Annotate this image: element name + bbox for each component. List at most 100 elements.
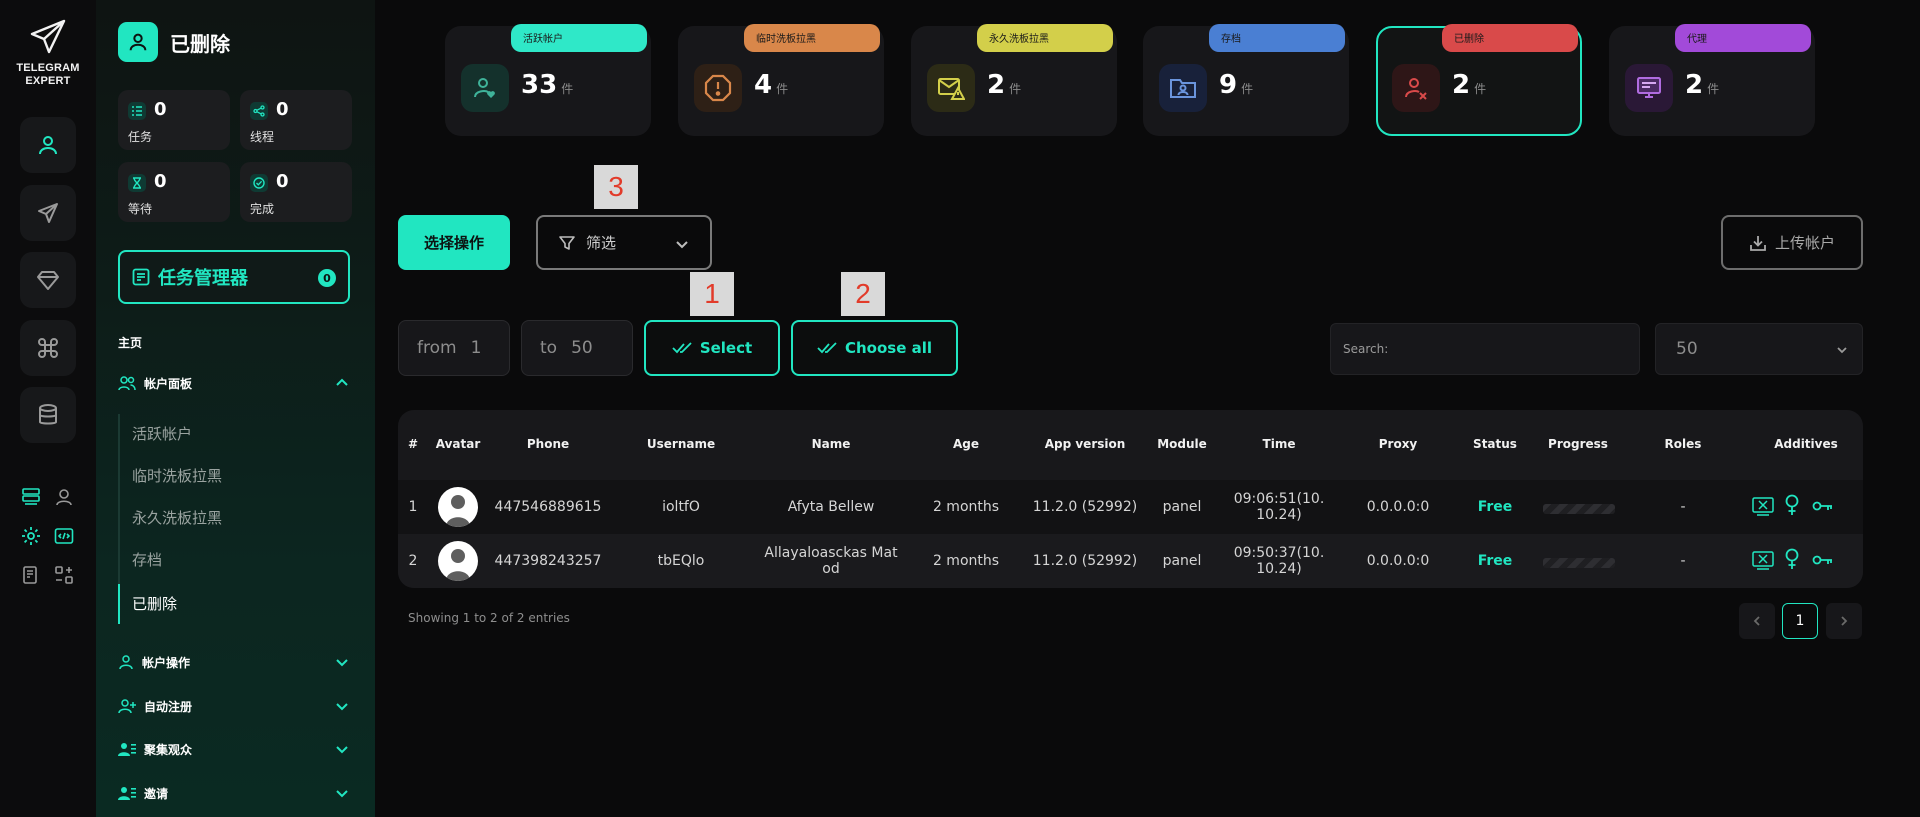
column-header-phone[interactable]: Phone <box>527 437 569 451</box>
menu-group-account-panel[interactable]: 帐户面板 <box>118 371 350 395</box>
category-unit: 件 <box>1707 82 1720 96</box>
tasks-doc-button[interactable] <box>18 562 44 588</box>
column-header-name[interactable]: Name <box>812 437 851 451</box>
pagination-page-button[interactable]: 1 <box>1782 603 1818 639</box>
filter-label: 筛选 <box>586 234 617 252</box>
chevron-up-icon[interactable] <box>334 375 350 391</box>
entries-summary: Showing 1 to 2 of 2 entries <box>408 611 570 625</box>
page-size-select[interactable]: 50 <box>1655 323 1863 375</box>
cell-proxy: 0.0.0.0:0 <box>1366 553 1430 569</box>
chevron-right-icon <box>1841 616 1848 626</box>
submenu-item-active-accounts[interactable]: 活跃帐户 <box>132 422 192 446</box>
select-action-button[interactable]: 选择操作 <box>398 215 510 270</box>
column-header-index[interactable]: # <box>408 437 418 451</box>
category-pill: 活跃帐户 <box>511 24 647 52</box>
rail-premium-button[interactable] <box>20 252 76 308</box>
table-row[interactable]: 1 447546889615 ioltfO Afyta Bellew 2 mon… <box>398 480 1863 534</box>
category-card-temp-ban[interactable]: 临时洗板拉黑 4件 <box>678 24 884 136</box>
menu-group-auto-register[interactable]: 自动注册 <box>118 694 350 718</box>
female-gender-icon[interactable] <box>1784 548 1800 570</box>
rail-database-button[interactable] <box>20 387 76 443</box>
sidebar: 已删除 0 任务 0 线程 0 等待 0 完成 任务管理器 0 主页 帐户面板 … <box>96 0 375 817</box>
command-icon <box>38 338 58 358</box>
category-card-archive[interactable]: 存档 9件 <box>1143 24 1349 136</box>
category-count: 33 <box>521 70 558 100</box>
choose-all-button[interactable]: Choose all <box>791 320 958 376</box>
excel-export-icon[interactable] <box>1752 496 1774 516</box>
search-input[interactable] <box>1330 323 1640 375</box>
category-card-deleted[interactable]: 已删除 2件 <box>1376 24 1582 136</box>
category-card-perm-ban[interactable]: 永久洗板拉黑 2件 <box>911 24 1117 136</box>
column-header-progress[interactable]: Progress <box>1548 437 1608 451</box>
menu-group-label: 邀请 <box>144 786 169 801</box>
stat-threads-value: 0 <box>276 99 289 120</box>
stat-tasks-label: 任务 <box>128 130 153 144</box>
menu-group-invite[interactable]: 邀请 <box>118 781 350 805</box>
stat-waiting-value: 0 <box>154 171 167 192</box>
table-row[interactable]: 2 447398243257 tbEQlo Allayaloasckas Mat… <box>398 534 1863 588</box>
cell-proxy: 0.0.0.0:0 <box>1366 499 1430 515</box>
column-header-avatar[interactable]: Avatar <box>436 437 481 451</box>
female-gender-icon[interactable] <box>1784 494 1800 516</box>
column-header-status[interactable]: Status <box>1473 437 1517 451</box>
upload-accounts-button[interactable]: 上传帐户 <box>1721 215 1863 270</box>
column-header-age[interactable]: Age <box>953 437 979 451</box>
annotation-marker-1: 1 <box>690 272 734 316</box>
submenu-item-deleted[interactable]: 已删除 <box>132 592 177 616</box>
logo-text-line2: EXPERT <box>25 75 71 87</box>
menu-group-account-actions[interactable]: 帐户操作 <box>118 650 350 674</box>
column-header-roles[interactable]: Roles <box>1665 437 1702 451</box>
cell-time: 09:06:51(10.10.24) <box>1233 491 1325 523</box>
chevron-down-icon[interactable] <box>334 654 350 670</box>
range-from-field[interactable]: from 1 <box>398 320 510 376</box>
category-card-active-accounts[interactable]: 活跃帐户 33 件 <box>445 24 651 136</box>
task-manager-button[interactable]: 任务管理器 0 <box>118 250 350 304</box>
rail-command-button[interactable] <box>20 320 76 376</box>
submenu-item-archive[interactable]: 存档 <box>132 548 162 572</box>
category-card-proxy[interactable]: 代理 2件 <box>1609 24 1815 136</box>
submenu-active-indicator <box>118 584 120 624</box>
category-count: 2 <box>1452 70 1471 100</box>
cell-app-version: 11.2.0 (52992) <box>1032 499 1138 515</box>
app-logo[interactable]: TELEGRAM EXPERT <box>0 18 96 88</box>
rail-send-button[interactable] <box>20 185 76 241</box>
grid-swap-button[interactable] <box>51 562 77 588</box>
menu-group-label: 帐户操作 <box>142 655 191 670</box>
stat-done-label: 完成 <box>250 202 275 216</box>
location-button[interactable] <box>51 484 77 510</box>
key-icon[interactable] <box>1812 496 1834 516</box>
paper-plane-logo-icon <box>30 19 66 54</box>
diamond-icon <box>37 271 59 290</box>
range-to-field[interactable]: to 50 <box>521 320 633 376</box>
column-header-time[interactable]: Time <box>1263 437 1296 451</box>
column-header-username[interactable]: Username <box>647 437 715 451</box>
pagination-prev-button[interactable] <box>1739 603 1775 639</box>
developer-button[interactable] <box>51 523 77 549</box>
server-list-button[interactable] <box>18 484 44 510</box>
column-header-app-version[interactable]: App version <box>1045 437 1126 451</box>
rail-accounts-button[interactable] <box>20 117 76 173</box>
avatar <box>438 541 478 581</box>
filter-dropdown[interactable]: 筛选 <box>536 215 712 270</box>
select-range-button[interactable]: Select <box>644 320 780 376</box>
chevron-down-icon[interactable] <box>334 741 350 757</box>
section-title-home: 主页 <box>118 336 143 350</box>
cell-roles: - <box>1680 499 1686 515</box>
excel-export-icon[interactable] <box>1752 550 1774 570</box>
key-icon[interactable] <box>1812 550 1834 570</box>
user-icon <box>39 136 57 155</box>
settings-button[interactable] <box>18 523 44 549</box>
menu-group-label: 帐户面板 <box>144 376 193 391</box>
column-header-additives[interactable]: Additives <box>1774 437 1838 451</box>
submenu-item-perm-ban[interactable]: 永久洗板拉黑 <box>132 506 222 530</box>
column-header-proxy[interactable]: Proxy <box>1379 437 1418 451</box>
category-unit: 件 <box>776 82 789 96</box>
pagination-next-button[interactable] <box>1826 603 1862 639</box>
menu-group-gather-audience[interactable]: 聚集观众 <box>118 737 350 761</box>
cell-module: panel <box>1162 499 1202 515</box>
chevron-down-icon[interactable] <box>334 698 350 714</box>
column-header-module[interactable]: Module <box>1157 437 1207 451</box>
submenu-item-temp-ban[interactable]: 临时洗板拉黑 <box>132 464 222 488</box>
chevron-down-icon[interactable] <box>334 785 350 801</box>
user-list-icon <box>118 743 136 756</box>
